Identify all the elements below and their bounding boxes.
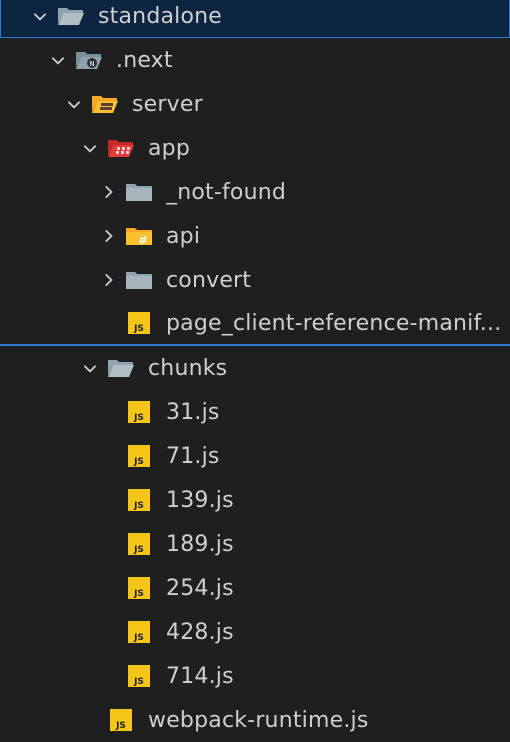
tree-item-label: 428.js xyxy=(166,619,234,645)
tree-item-189-js[interactable]: JS 189.js xyxy=(0,522,510,566)
svg-text:JS: JS xyxy=(133,545,144,555)
chevron-down-icon[interactable] xyxy=(80,358,100,378)
js-file-icon: JS xyxy=(124,310,154,336)
tree-item-714-js[interactable]: JS 714.js xyxy=(0,654,510,698)
tree-item-convert[interactable]: convert xyxy=(0,258,510,302)
svg-text:JS: JS xyxy=(133,633,144,643)
tree-item-label: 714.js xyxy=(166,663,234,689)
app-folder-open-icon xyxy=(106,135,136,161)
svg-text:JS: JS xyxy=(133,589,144,599)
chevron-down-icon[interactable] xyxy=(30,6,50,26)
js-file-icon: JS xyxy=(106,707,136,733)
js-file-icon: JS xyxy=(124,487,154,513)
tree-item-server[interactable]: server xyxy=(0,82,510,126)
tree-item-label: 139.js xyxy=(166,487,234,513)
tree-item-label: page_client-reference-manif... xyxy=(166,310,502,336)
js-file-icon: JS xyxy=(124,531,154,557)
tree-item-app[interactable]: app xyxy=(0,126,510,170)
tree-item-label: 31.js xyxy=(166,399,220,425)
folder-open-icon xyxy=(56,3,86,29)
chevron-right-icon[interactable] xyxy=(98,270,118,290)
tree-item-page-client-reference-manifest[interactable]: JS page_client-reference-manif... xyxy=(0,302,510,346)
svg-text:JS: JS xyxy=(133,677,144,687)
tree-item-label: 189.js xyxy=(166,531,234,557)
tree-item-label: app xyxy=(148,135,191,161)
tree-item-not-found[interactable]: _not-found xyxy=(0,170,510,214)
tree-item-label: _not-found xyxy=(166,179,287,205)
tree-item-label: .next xyxy=(116,47,173,73)
folder-open-icon xyxy=(106,355,136,381)
server-folder-open-icon xyxy=(90,91,120,117)
tree-item-label: standalone xyxy=(98,3,223,29)
tree-item-428-js[interactable]: JS 428.js xyxy=(0,610,510,654)
tree-item-standalone[interactable]: standalone xyxy=(0,0,510,38)
tree-item-label: api xyxy=(166,223,201,249)
js-file-icon: JS xyxy=(124,399,154,425)
js-file-icon: JS xyxy=(124,443,154,469)
chevron-down-icon[interactable] xyxy=(80,138,100,158)
js-file-icon: JS xyxy=(124,663,154,689)
svg-text:JS: JS xyxy=(133,457,144,467)
svg-text:JS: JS xyxy=(115,721,126,731)
svg-text:JS: JS xyxy=(133,324,144,334)
folder-icon xyxy=(124,179,154,205)
tree-item-chunks[interactable]: chunks xyxy=(0,346,510,390)
tree-item-api[interactable]: # api xyxy=(0,214,510,258)
api-folder-icon: # xyxy=(124,223,154,249)
tree-item-254-js[interactable]: JS 254.js xyxy=(0,566,510,610)
svg-text:N: N xyxy=(89,60,94,68)
tree-item-label: webpack-runtime.js xyxy=(148,707,369,733)
tree-item-label: server xyxy=(132,91,203,117)
chevron-down-icon[interactable] xyxy=(48,50,68,70)
next-folder-open-icon: N xyxy=(74,47,104,73)
chevron-right-icon[interactable] xyxy=(98,226,118,246)
file-explorer-tree: standalone N .next server app _not-found… xyxy=(0,0,510,740)
js-file-icon: JS xyxy=(124,619,154,645)
svg-text:#: # xyxy=(138,234,147,247)
tree-item-webpack-runtime-js[interactable]: JS webpack-runtime.js xyxy=(0,698,510,742)
tree-item-label: 254.js xyxy=(166,575,234,601)
chevron-down-icon[interactable] xyxy=(64,94,84,114)
tree-item-139-js[interactable]: JS 139.js xyxy=(0,478,510,522)
tree-item-71-js[interactable]: JS 71.js xyxy=(0,434,510,478)
chevron-right-icon[interactable] xyxy=(98,182,118,202)
tree-item-label: convert xyxy=(166,267,252,293)
svg-text:JS: JS xyxy=(133,413,144,423)
tree-item-label: 71.js xyxy=(166,443,220,469)
js-file-icon: JS xyxy=(124,575,154,601)
tree-item-31-js[interactable]: JS 31.js xyxy=(0,390,510,434)
tree-item-label: chunks xyxy=(148,355,228,381)
tree-item-next[interactable]: N .next xyxy=(0,38,510,82)
svg-text:JS: JS xyxy=(133,501,144,511)
folder-icon xyxy=(124,267,154,293)
